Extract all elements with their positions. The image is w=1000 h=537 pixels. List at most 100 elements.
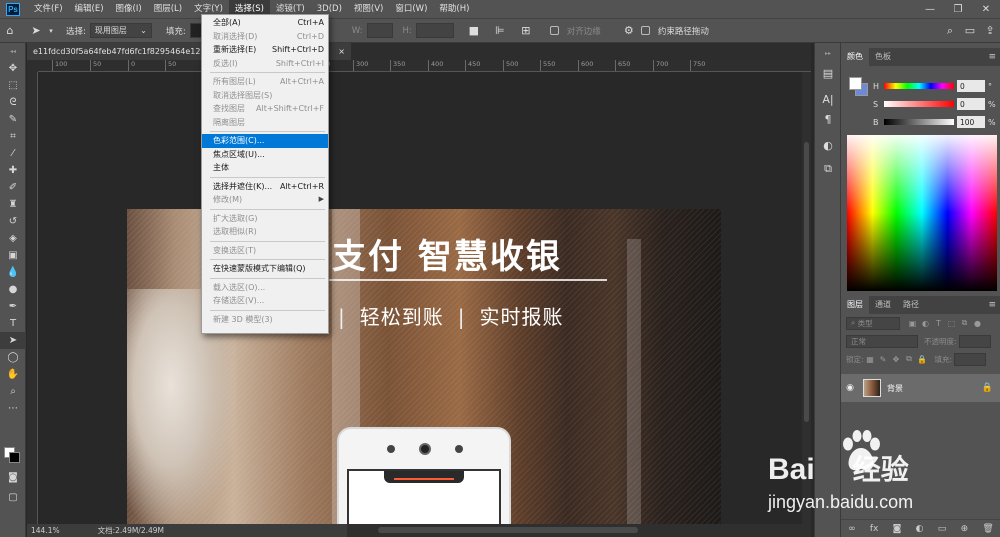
horizontal-ruler[interactable]: 100 50 0 50 100 150 200 250 300 350 400 … xyxy=(38,60,811,72)
width-field[interactable] xyxy=(366,23,393,38)
home-icon[interactable]: ⌂ xyxy=(0,21,20,41)
lock-icon[interactable]: 🔒 xyxy=(982,383,1000,393)
menu-layer[interactable]: 图层(L) xyxy=(148,0,188,18)
path-select-tool-icon[interactable]: ➤ xyxy=(0,332,26,349)
hand-tool-icon[interactable]: ✋ xyxy=(0,366,26,383)
minimize-button[interactable]: — xyxy=(916,0,944,18)
filter-toggle-icon[interactable]: ● xyxy=(971,317,984,330)
brightness-slider[interactable] xyxy=(884,119,954,125)
quick-select-tool-icon[interactable]: ✎ xyxy=(0,111,26,128)
close-window-button[interactable]: ✕ xyxy=(972,0,1000,18)
lock-all-icon[interactable]: 🔒 xyxy=(916,353,929,366)
brush-tool-icon[interactable]: ✐ xyxy=(0,179,26,196)
eye-icon[interactable]: ◉ xyxy=(841,383,859,393)
vertical-scroll-thumb[interactable] xyxy=(804,142,809,422)
path-arrangement-icon[interactable]: ⊞ xyxy=(516,21,536,41)
gear-icon[interactable]: ⚙ xyxy=(619,21,639,41)
workspace-icon[interactable]: ▭ xyxy=(960,21,980,41)
move-tool-icon[interactable]: ➤ xyxy=(26,21,46,41)
select-menu-item[interactable]: 在快速蒙版模式下编辑(Q) xyxy=(202,262,328,276)
filter-smart-object-icon[interactable]: ⧉ xyxy=(958,317,971,330)
properties-panel-icon[interactable]: ⧉ xyxy=(815,159,841,179)
lock-transparent-icon[interactable]: ▦ xyxy=(864,353,877,366)
tab-channels[interactable]: 通道 xyxy=(869,296,897,314)
search-icon[interactable]: ⌕ xyxy=(940,21,960,41)
hue-value[interactable]: 0 xyxy=(957,80,985,92)
history-panel-icon[interactable]: ▤ xyxy=(815,63,841,83)
menu-help[interactable]: 帮助(H) xyxy=(433,0,475,18)
eraser-tool-icon[interactable]: ◈ xyxy=(0,230,26,247)
select-menu-item[interactable]: 全部(A) Ctrl+A xyxy=(202,16,328,30)
tab-color[interactable]: 颜色 xyxy=(841,48,869,66)
more-tools-icon[interactable]: ⋯ xyxy=(0,400,26,417)
lasso-tool-icon[interactable]: ᘓ xyxy=(0,94,26,111)
hue-slider[interactable] xyxy=(884,83,954,89)
select-menu-item[interactable]: 色彩范围(C)... xyxy=(202,134,328,148)
saturation-value[interactable]: 0 xyxy=(957,98,985,110)
constrain-path-checkbox[interactable] xyxy=(640,26,650,35)
layer-name[interactable]: 背景 xyxy=(887,383,982,394)
mask-icon[interactable]: ◙ xyxy=(893,524,902,534)
brightness-value[interactable]: 100 xyxy=(957,116,985,128)
panel-menu-icon[interactable]: ≡ xyxy=(988,300,1000,310)
panel-menu-icon[interactable]: ≡ xyxy=(988,52,1000,62)
layer-filter-select[interactable]: ⌕ 类型 xyxy=(846,316,900,330)
lock-pixels-icon[interactable]: ✎ xyxy=(877,353,890,366)
menu-view[interactable]: 视图(V) xyxy=(348,0,389,18)
document-info[interactable]: 文档:2.49M/2.49M xyxy=(98,525,164,536)
eyedropper-tool-icon[interactable]: ⁄ xyxy=(0,145,26,162)
filter-pixel-icon[interactable]: ▣ xyxy=(906,317,919,330)
menu-edit[interactable]: 编辑(E) xyxy=(69,0,110,18)
paragraph-panel-icon[interactable]: ¶ xyxy=(815,109,841,129)
fx-icon[interactable]: fx xyxy=(870,524,879,534)
color-spectrum[interactable] xyxy=(847,135,997,291)
tab-paths[interactable]: 路径 xyxy=(897,296,925,314)
foreground-color-swatch[interactable] xyxy=(849,77,862,90)
history-brush-icon[interactable]: ↺ xyxy=(0,213,26,230)
clone-stamp-icon[interactable]: ♜ xyxy=(0,196,26,213)
ellipse-tool-icon[interactable]: ◯ xyxy=(0,349,26,366)
filter-type-icon[interactable]: T xyxy=(932,317,945,330)
move-tool-icon[interactable]: ✥ xyxy=(0,60,26,77)
menu-window[interactable]: 窗口(W) xyxy=(389,0,433,18)
select-dropdown[interactable]: 现用图层 ⌄ xyxy=(89,23,152,38)
group-folder-icon[interactable]: ▭ xyxy=(938,524,947,534)
quick-mask-icon[interactable]: ◙ xyxy=(0,469,26,486)
marquee-tool-icon[interactable]: ⬚ xyxy=(0,77,26,94)
type-tool-icon[interactable]: T xyxy=(0,315,26,332)
blur-tool-icon[interactable]: 💧 xyxy=(0,264,26,281)
healing-brush-icon[interactable]: ✚ xyxy=(0,162,26,179)
zoom-tool-icon[interactable]: ⌕ xyxy=(0,383,26,400)
vertical-ruler[interactable] xyxy=(27,72,38,524)
height-field[interactable] xyxy=(415,23,454,38)
restore-button[interactable]: ❐ xyxy=(944,0,972,18)
opacity-field[interactable] xyxy=(958,334,991,348)
chevron-down-icon[interactable]: ▾ xyxy=(46,21,56,41)
share-icon[interactable]: ⇪ xyxy=(980,21,1000,41)
zoom-level[interactable]: 144.1% xyxy=(31,526,60,535)
dodge-tool-icon[interactable]: ● xyxy=(0,281,26,298)
menu-file[interactable]: 文件(F) xyxy=(28,0,69,18)
screen-mode-icon[interactable]: ▢ xyxy=(0,489,26,506)
path-operations-icon[interactable]: ■ xyxy=(464,21,484,41)
lock-artboard-icon[interactable]: ⧉ xyxy=(903,353,916,366)
menu-image[interactable]: 图像(I) xyxy=(110,0,148,18)
canvas-area[interactable]: 支付 智慧收银 | 轻松到账 | 实时报账 xyxy=(38,72,811,524)
path-alignment-icon[interactable]: ⊫ xyxy=(490,21,510,41)
pen-tool-icon[interactable]: ✒ xyxy=(0,298,26,315)
filter-shape-icon[interactable]: ⬚ xyxy=(945,317,958,330)
tab-layers[interactable]: 图层 xyxy=(841,296,869,314)
toolbar-collapse-icon[interactable]: ◂◂ xyxy=(0,43,26,60)
select-menu-item[interactable]: 焦点区域(U)... xyxy=(202,148,328,162)
adjustment-layer-icon[interactable]: ◐ xyxy=(916,524,924,534)
fill-field[interactable] xyxy=(954,352,987,366)
close-tab-icon[interactable]: × xyxy=(338,47,345,56)
tab-swatches[interactable]: 色板 xyxy=(869,48,897,66)
lock-position-icon[interactable]: ✥ xyxy=(890,353,903,366)
layer-row-background[interactable]: ◉ 背景 🔒 xyxy=(841,374,1000,402)
dock-collapse-icon[interactable]: ▸▸ xyxy=(815,43,841,63)
align-edges-checkbox[interactable] xyxy=(549,26,559,35)
gradient-tool-icon[interactable]: ▣ xyxy=(0,247,26,264)
filter-adjustment-icon[interactable]: ◐ xyxy=(919,317,932,330)
fill-swatch[interactable] xyxy=(189,23,202,38)
